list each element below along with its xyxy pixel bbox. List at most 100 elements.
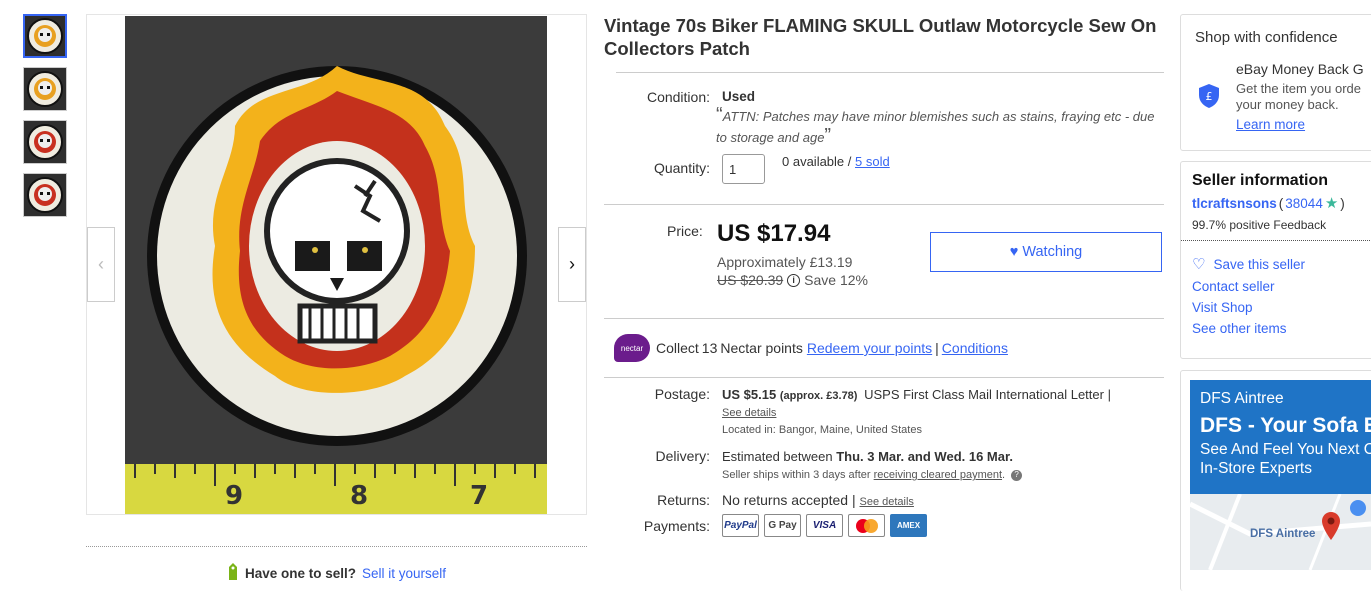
save-percentage: Save 12%	[804, 272, 868, 288]
thumbnail-3[interactable]	[23, 120, 67, 164]
confidence-heading: Shop with confidence	[1195, 29, 1338, 46]
conditions-link[interactable]: Conditions	[942, 340, 1008, 356]
star-icon: ★	[1324, 195, 1339, 212]
ad-brand: DFS Aintree	[1200, 390, 1284, 407]
svg-text:8: 8	[350, 481, 368, 511]
previous-image-button[interactable]: ‹	[87, 227, 115, 302]
feedback-score-link[interactable]: 38044	[1285, 196, 1323, 211]
google-pay-icon: G Pay	[764, 514, 801, 537]
ad-banner: DFS Aintree DFS - Your Sofa E See And Fe…	[1190, 380, 1371, 494]
payments-row: Payments: PayPal G Pay VISA AMEX	[604, 514, 1164, 537]
svg-text:£: £	[1206, 90, 1213, 103]
heart-outline-icon: ♡	[1192, 256, 1206, 273]
condition-row: Condition: Used “ATTN: Patches may have …	[604, 89, 1164, 148]
map-marker-icon	[1350, 500, 1366, 516]
seller-name-link[interactable]: tlcraftsnsons	[1192, 196, 1277, 211]
svg-text:7: 7	[470, 481, 488, 511]
sell-it-yourself-link[interactable]: Sell it yourself	[362, 566, 446, 581]
next-image-button[interactable]: ›	[558, 227, 586, 302]
was-price: US $20.39	[717, 272, 784, 288]
info-icon[interactable]: i	[787, 273, 801, 287]
divider	[616, 72, 1164, 73]
save-seller-link[interactable]: Save this seller	[1213, 257, 1305, 272]
delivery-row: Delivery: Estimated between Thu. 3 Mar. …	[604, 448, 1164, 484]
heart-icon: ♥	[1009, 244, 1019, 260]
product-photo[interactable]: 9 8 7	[125, 16, 547, 514]
nectar-text-post: Nectar points	[720, 340, 803, 356]
sell-it-yourself-row: Have one to sell? Sell it yourself	[86, 546, 587, 584]
redeem-points-link[interactable]: Redeem your points	[807, 340, 932, 356]
thumbnail-2[interactable]	[23, 67, 67, 111]
approximate-price: Approximately £13.19	[717, 254, 853, 270]
payments-label: Payments:	[643, 517, 710, 534]
postage-see-details-link[interactable]: See details	[722, 407, 776, 419]
mbg-description: Get the item you orde your money back.	[1236, 81, 1362, 112]
postage-service: USPS First Class Mail International Lett…	[864, 387, 1111, 402]
shop-with-confidence-card: Shop with confidence £ eBay Money Back G…	[1180, 14, 1371, 151]
dfs-advert[interactable]: DFS Aintree DFS - Your Sofa E See And Fe…	[1190, 380, 1371, 570]
delivery-label: Delivery:	[655, 448, 710, 464]
quantity-label: Quantity:	[653, 160, 710, 176]
condition-note: “ATTN: Patches may have minor blemishes …	[716, 104, 1155, 147]
postage-approx: (approx. £3.78)	[779, 390, 858, 402]
nectar-logo: nectar	[614, 334, 650, 362]
returns-label: Returns:	[657, 492, 710, 508]
help-icon[interactable]: ?	[1011, 469, 1023, 481]
thumbnail-strip	[23, 14, 69, 226]
ad-headline: DFS - Your Sofa E	[1200, 414, 1371, 437]
shield-icon: £	[1198, 83, 1220, 114]
watching-button[interactable]: ♥ Watching	[930, 232, 1162, 272]
ships-post: .	[1002, 469, 1006, 481]
was-price-row: US $20.39 i Save 12%	[717, 272, 868, 288]
listing-details: Vintage 70s Biker FLAMING SKULL Outlaw M…	[604, 14, 1164, 537]
postage-price: US $5.15	[722, 387, 777, 402]
divider	[604, 377, 1164, 378]
ad-map-label: DFS Aintree	[1250, 528, 1316, 540]
sold-link[interactable]: 5 sold	[855, 154, 890, 169]
availability: 0 available / 5 sold	[782, 154, 890, 169]
learn-more-link[interactable]: Learn more	[1236, 117, 1305, 132]
chevron-right-icon: ›	[569, 254, 575, 274]
returns-see-details-link[interactable]: See details	[860, 496, 914, 508]
paypal-icon: PayPal	[722, 514, 759, 537]
cleared-payment-link[interactable]: receiving cleared payment	[874, 466, 1002, 484]
score-close: )	[1340, 195, 1345, 211]
postage-row: Postage: US $5.15 (approx. £3.78) USPS F…	[604, 386, 1164, 439]
returns-row: Returns: No returns accepted | See detai…	[604, 492, 1164, 508]
thumbnail-1[interactable]	[23, 14, 67, 58]
chevron-left-icon: ‹	[98, 254, 104, 274]
available-text: 0 available /	[782, 154, 852, 169]
nectar-row: nectar Collect 13 Nectar points Redeem y…	[604, 319, 1164, 377]
thumbnail-4[interactable]	[23, 173, 67, 217]
located-in: Located in: Bangor, Maine, United States	[722, 424, 922, 436]
price-tag-icon	[227, 563, 239, 584]
save-seller-row[interactable]: ♡ Save this seller	[1181, 241, 1371, 273]
positive-feedback: 99.7% positive Feedback	[1181, 212, 1371, 241]
see-other-items-link[interactable]: See other items	[1181, 315, 1371, 336]
postage-label: Postage:	[654, 386, 710, 402]
delivery-dates: Thu. 3 Mar. and Wed. 16 Mar.	[836, 449, 1013, 464]
score-open: (	[1278, 195, 1284, 211]
price-value: US $17.94	[717, 220, 831, 247]
quantity-input[interactable]: 1	[722, 154, 765, 184]
amex-icon: AMEX	[890, 514, 927, 537]
mbg-title: eBay Money Back G	[1236, 61, 1364, 77]
ad-map: DFS Aintree	[1190, 493, 1371, 570]
mastercard-icon	[848, 514, 885, 537]
quantity-row: Quantity: 1 0 available / 5 sold	[604, 154, 1164, 184]
have-one-to-sell-label: Have one to sell?	[244, 566, 356, 581]
returns-value: No returns accepted |	[722, 492, 856, 508]
seller-heading: Seller information	[1192, 172, 1329, 189]
main-image-viewer: 9 8 7 ‹ ›	[86, 14, 587, 515]
seller-information-card: Seller information tlcraftsnsons (38044 …	[1180, 161, 1371, 359]
contact-seller-link[interactable]: Contact seller	[1181, 273, 1371, 294]
watching-label: Watching	[1022, 244, 1083, 260]
listing-title: Vintage 70s Biker FLAMING SKULL Outlaw M…	[604, 15, 1157, 59]
nectar-points: 13	[701, 340, 718, 356]
visa-icon: VISA	[806, 514, 843, 537]
price-label: Price:	[667, 223, 703, 239]
nectar-text-pre: Collect	[656, 340, 699, 356]
condition-note-text: ATTN: Patches may have minor blemishes s…	[716, 109, 1155, 145]
visit-shop-link[interactable]: Visit Shop	[1181, 294, 1371, 315]
svg-text:9: 9	[225, 481, 243, 511]
